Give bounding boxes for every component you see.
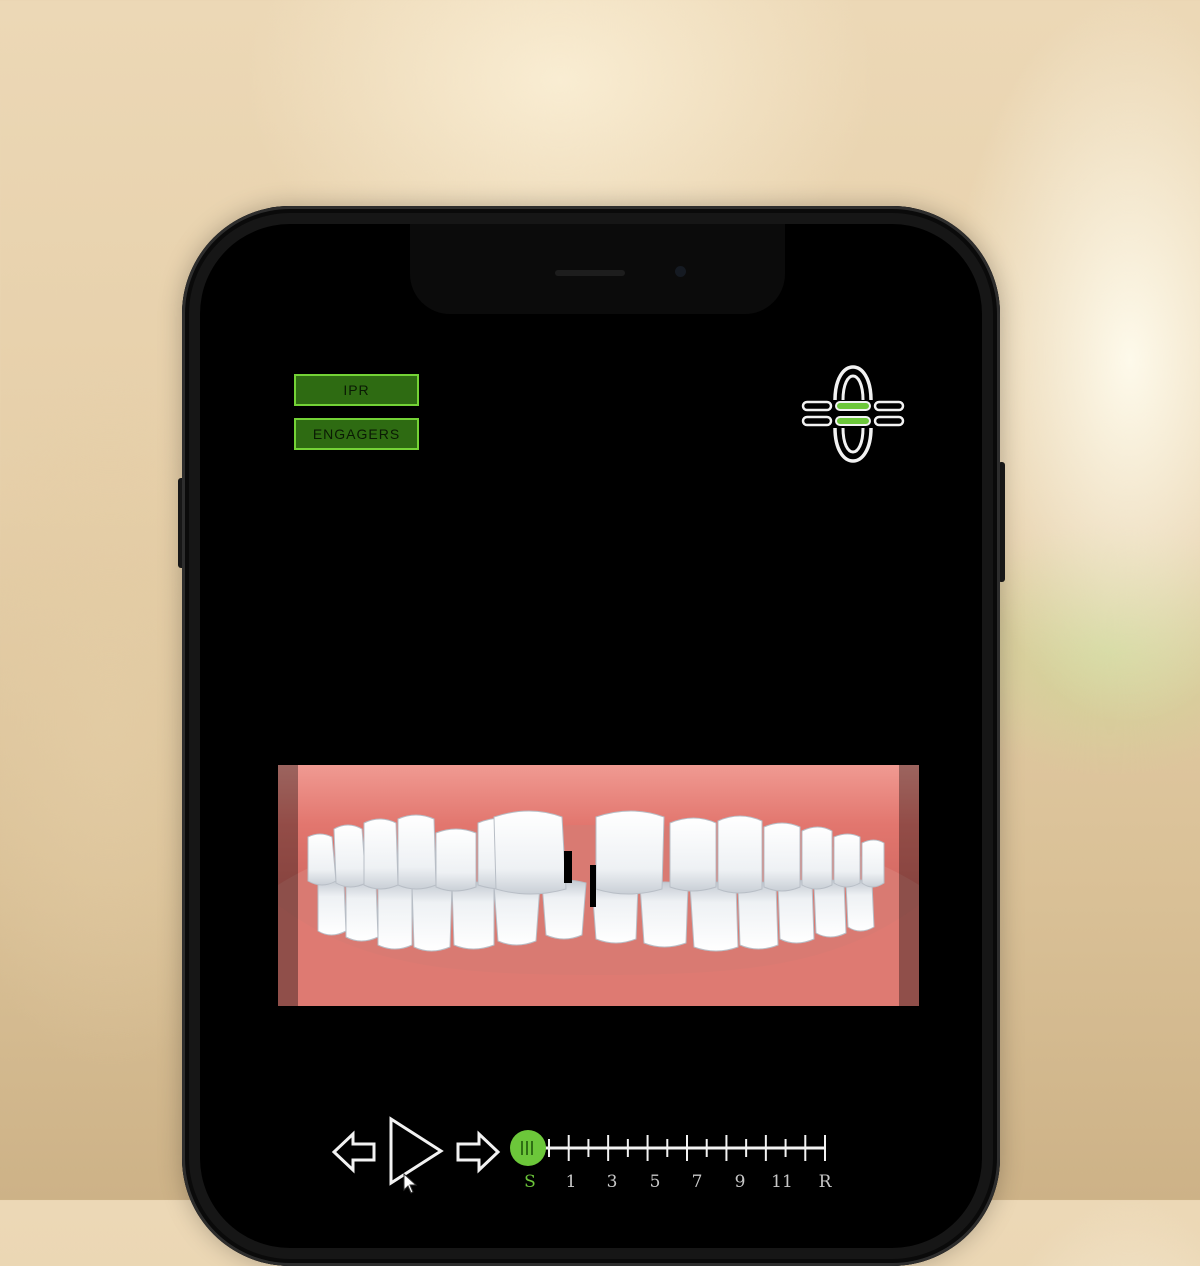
tooth-gap xyxy=(564,851,572,883)
stage-label[interactable]: 7 xyxy=(682,1172,712,1192)
earpiece-speaker xyxy=(555,270,625,276)
engagers-button-label: ENGAGERS xyxy=(312,426,401,442)
arrow-right-icon[interactable] xyxy=(455,1129,501,1175)
stage-label[interactable]: S xyxy=(515,1172,545,1192)
tooth-gap xyxy=(590,865,596,907)
stage-label[interactable]: 1 xyxy=(556,1172,586,1192)
engagers-button[interactable]: ENGAGERS xyxy=(294,418,419,450)
front-camera xyxy=(675,266,686,277)
ipr-button[interactable]: IPR xyxy=(294,374,419,406)
stage-label[interactable]: R xyxy=(810,1172,840,1192)
mouse-pointer-icon xyxy=(403,1172,418,1194)
stage-label[interactable]: 5 xyxy=(640,1172,670,1192)
ipr-button-label: IPR xyxy=(343,382,370,398)
stage-label[interactable]: 9 xyxy=(725,1172,755,1192)
arrow-left-icon[interactable] xyxy=(331,1129,377,1175)
dental-model-view[interactable] xyxy=(278,765,919,1006)
stage-label[interactable]: 3 xyxy=(597,1172,627,1192)
background-scene: IPR ENGAGERS S 1 3 5 7 9 11 R xyxy=(0,0,1200,1266)
phone-notch xyxy=(410,224,785,314)
stage-label[interactable]: 11 xyxy=(767,1172,797,1192)
jaw-view-icon[interactable] xyxy=(800,362,906,466)
